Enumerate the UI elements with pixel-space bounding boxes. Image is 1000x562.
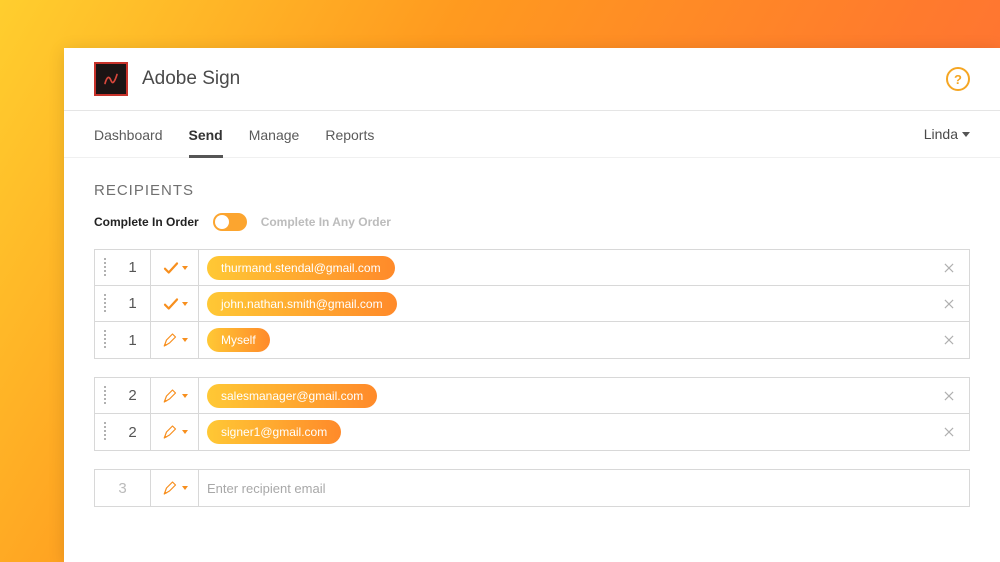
role-selector[interactable] xyxy=(151,286,199,321)
email-chip: Myself xyxy=(207,328,270,352)
role-selector[interactable] xyxy=(151,378,199,413)
email-cell[interactable]: salesmanager@gmail.com xyxy=(199,378,929,413)
email-chip: salesmanager@gmail.com xyxy=(207,384,377,408)
email-chip: john.nathan.smith@gmail.com xyxy=(207,292,397,316)
drag-handle-icon[interactable] xyxy=(95,322,115,358)
user-name: Linda xyxy=(924,126,958,142)
chevron-down-icon xyxy=(182,430,188,434)
nav-tabs: Dashboard Send Manage Reports Linda xyxy=(64,111,1000,158)
email-chip: thurmand.stendal@gmail.com xyxy=(207,256,395,280)
row-number: 3 xyxy=(95,470,151,506)
remove-button[interactable] xyxy=(929,286,969,321)
email-cell[interactable]: john.nathan.smith@gmail.com xyxy=(199,286,929,321)
tab-reports[interactable]: Reports xyxy=(325,111,392,157)
recipient-groups: 1 thurmand.stendal@gmail.com 1 joh xyxy=(94,249,970,507)
header: Adobe Sign ? xyxy=(64,48,1000,111)
chevron-down-icon xyxy=(182,394,188,398)
user-menu[interactable]: Linda xyxy=(924,126,970,142)
email-cell[interactable]: Myself xyxy=(199,322,929,358)
pen-icon xyxy=(162,387,180,405)
remove-button[interactable] xyxy=(929,414,969,450)
chevron-down-icon xyxy=(182,338,188,342)
order-toggle[interactable] xyxy=(213,213,247,231)
role-selector[interactable] xyxy=(151,470,199,506)
email-cell xyxy=(199,470,969,506)
pen-icon xyxy=(162,423,180,441)
row-number: 1 xyxy=(115,286,151,321)
section-title: RECIPIENTS xyxy=(94,182,970,199)
recipient-group-new: 3 xyxy=(94,469,970,507)
role-selector[interactable] xyxy=(151,322,199,358)
order-label-on: Complete In Order xyxy=(94,215,199,229)
pen-icon xyxy=(162,331,180,349)
remove-button[interactable] xyxy=(929,378,969,413)
drag-handle-icon[interactable] xyxy=(95,414,115,450)
chevron-down-icon xyxy=(182,486,188,490)
recipient-row: 2 salesmanager@gmail.com xyxy=(95,378,969,414)
pen-icon xyxy=(162,479,180,497)
tab-dashboard[interactable]: Dashboard xyxy=(94,111,181,157)
chevron-down-icon xyxy=(182,302,188,306)
row-number: 1 xyxy=(115,322,151,358)
order-row: Complete In Order Complete In Any Order xyxy=(94,213,970,231)
email-cell[interactable]: signer1@gmail.com xyxy=(199,414,929,450)
chevron-down-icon xyxy=(182,266,188,270)
role-selector[interactable] xyxy=(151,250,199,285)
remove-button[interactable] xyxy=(929,250,969,285)
help-icon[interactable]: ? xyxy=(946,67,970,91)
email-cell[interactable]: thurmand.stendal@gmail.com xyxy=(199,250,929,285)
app-logo xyxy=(94,62,128,96)
tab-manage[interactable]: Manage xyxy=(249,111,318,157)
recipient-row-new: 3 xyxy=(95,470,969,506)
role-selector[interactable] xyxy=(151,414,199,450)
row-number: 1 xyxy=(115,250,151,285)
app-card: Adobe Sign ? Dashboard Send Manage Repor… xyxy=(64,48,1000,562)
recipient-group: 2 salesmanager@gmail.com 2 signer1 xyxy=(94,377,970,451)
recipient-group: 1 thurmand.stendal@gmail.com 1 joh xyxy=(94,249,970,359)
recipient-row: 1 thurmand.stendal@gmail.com xyxy=(95,250,969,286)
remove-button[interactable] xyxy=(929,322,969,358)
content: RECIPIENTS Complete In Order Complete In… xyxy=(64,158,1000,507)
tab-send[interactable]: Send xyxy=(189,111,241,157)
row-number: 2 xyxy=(115,378,151,413)
drag-handle-icon[interactable] xyxy=(95,378,115,413)
check-icon xyxy=(162,259,180,277)
order-label-off: Complete In Any Order xyxy=(261,215,391,229)
recipient-row: 1 john.nathan.smith@gmail.com xyxy=(95,286,969,322)
chevron-down-icon xyxy=(962,132,970,137)
recipient-email-input[interactable] xyxy=(207,470,969,506)
recipient-row: 1 Myself xyxy=(95,322,969,358)
recipient-row: 2 signer1@gmail.com xyxy=(95,414,969,450)
drag-handle-icon[interactable] xyxy=(95,250,115,285)
check-icon xyxy=(162,295,180,313)
app-title: Adobe Sign xyxy=(142,68,240,90)
row-number: 2 xyxy=(115,414,151,450)
email-chip: signer1@gmail.com xyxy=(207,420,341,444)
drag-handle-icon[interactable] xyxy=(95,286,115,321)
